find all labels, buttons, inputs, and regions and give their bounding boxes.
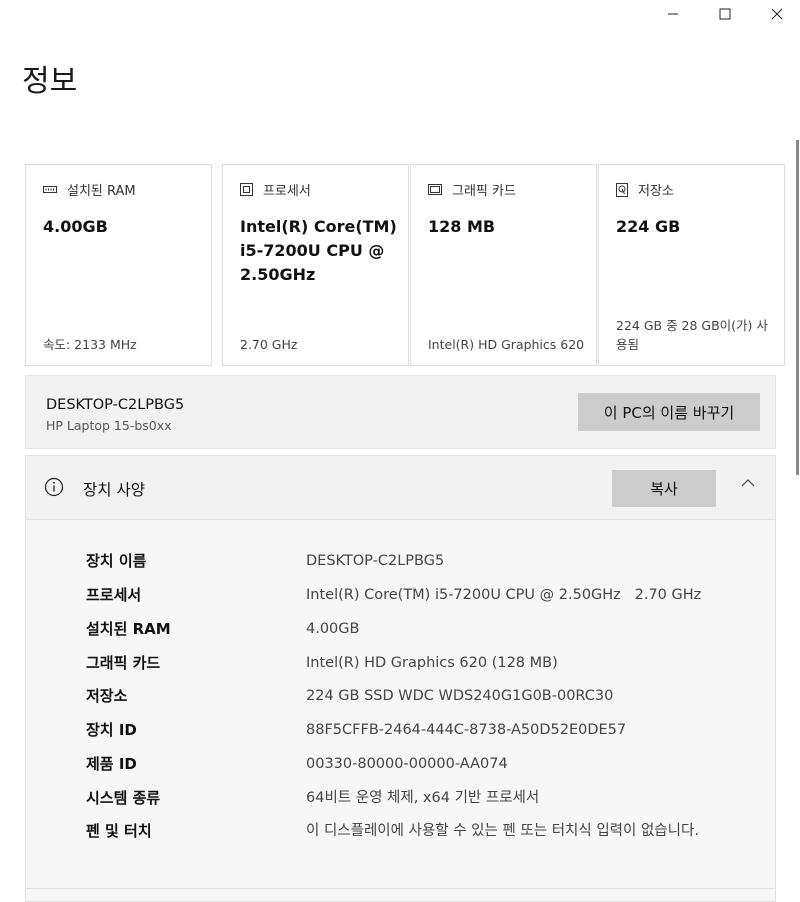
storage-icon [616,182,628,197]
pc-model: HP Laptop 15-bs0xx [46,418,172,433]
card-processor-header: 프로세서 [240,180,311,199]
card-ram-value: 4.00GB [43,217,108,236]
processor-icon [240,183,253,196]
spec-label: 저장소 [86,687,128,705]
card-graphics: 그래픽 카드 128 MB Intel(R) HD Graphics 620 [410,164,597,366]
close-icon [771,8,783,20]
ram-icon [43,185,57,193]
maximize-icon [719,8,731,20]
spec-label: 장치 이름 [86,552,147,570]
card-ram: 설치된 RAM 4.00GB 속도: 2133 MHz [25,164,212,366]
info-icon [44,477,64,497]
card-processor-value: Intel(R) Core(TM) i5-7200U CPU @ 2.50GHz [240,217,397,284]
spec-label: 그래픽 카드 [86,654,161,672]
spec-label: 펜 및 터치 [86,822,152,840]
minimize-icon [668,13,678,15]
card-graphics-value: 128 MB [428,217,496,236]
card-storage: 저장소 224 GB 224 GB 중 28 GB이(가) 사용됨 [598,164,785,366]
card-storage-header: 저장소 [616,180,674,199]
pc-name-panel: DESKTOP-C2LPBG5 HP Laptop 15-bs0xx 이 PC의… [25,375,776,449]
section-divider [26,888,775,889]
spec-label: 시스템 종류 [86,789,161,807]
card-graphics-footer: Intel(R) HD Graphics 620 [428,337,585,352]
spec-value: 64비트 운영 체제, x64 기반 프로세서 [306,790,540,806]
spec-value: 88F5CFFB-2464-444C-8738-A50D52E0DE57 [306,722,627,738]
spec-label: 장치 ID [86,721,137,739]
card-ram-footer: 속도: 2133 MHz [43,337,137,352]
card-graphics-label: 그래픽 카드 [452,184,516,199]
rename-pc-button[interactable]: 이 PC의 이름 바꾸기 [578,393,760,431]
card-processor-label: 프로세서 [263,184,311,199]
minimize-button[interactable] [648,0,698,28]
card-storage-value: 224 GB [616,217,681,236]
card-processor-footer: 2.70 GHz [240,337,298,352]
spec-value: Intel(R) HD Graphics 620 (128 MB) [306,655,558,671]
device-specs-title: 장치 사양 [83,481,145,499]
spec-label: 제품 ID [86,755,137,773]
maximize-button[interactable] [700,0,750,28]
spec-value: 224 GB SSD WDC WDS240G1G0B-00RC30 [306,688,614,704]
card-ram-label: 설치된 RAM [67,184,136,199]
device-specs-header[interactable]: 장치 사양 복사 [26,456,775,520]
spec-label: 설치된 RAM [86,620,171,638]
spec-value: 00330-80000-00000-AA074 [306,756,508,772]
card-graphics-header: 그래픽 카드 [428,180,516,199]
spec-value: Intel(R) Core(TM) i5-7200U CPU @ 2.50GHz… [306,587,702,603]
spec-value: 이 디스플레이에 사용할 수 있는 펜 또는 터치식 입력이 없습니다. [306,823,699,839]
card-storage-label: 저장소 [638,184,674,199]
close-button[interactable] [752,0,800,28]
spec-label: 프로세서 [86,586,142,604]
card-processor: 프로세서 Intel(R) Core(TM) i5-7200U CPU @ 2.… [222,164,409,366]
card-ram-header: 설치된 RAM [43,180,136,199]
card-storage-footer: 224 GB 중 28 GB이(가) 사용됨 [616,318,768,352]
spec-value: 4.00GB [306,621,360,637]
graphics-card-icon [428,184,442,195]
spec-value: DESKTOP-C2LPBG5 [306,553,445,569]
pc-name: DESKTOP-C2LPBG5 [46,397,185,413]
chevron-up-icon[interactable] [740,478,756,488]
device-specs-section: 장치 사양 복사 장치 이름 DESKTOP-C2LPBG5 프로세서 Inte… [25,455,776,902]
copy-button[interactable]: 복사 [612,470,716,507]
page-title: 정보 [22,64,78,99]
scrollbar[interactable] [796,140,799,475]
